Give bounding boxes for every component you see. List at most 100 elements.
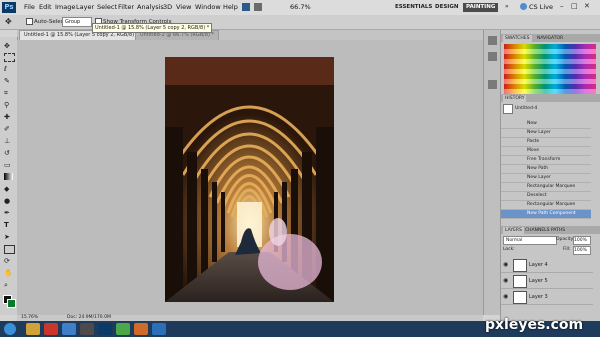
history-brush-tool-icon[interactable]: ↺ (4, 149, 13, 157)
eyedropper-tool-icon[interactable]: ⚲ (4, 101, 13, 109)
menu-edit[interactable]: Edit (39, 3, 52, 11)
explorer-icon[interactable] (26, 323, 40, 335)
app-icon[interactable] (80, 323, 94, 335)
tab-channels[interactable]: CHANNELS (523, 227, 552, 234)
menu-image[interactable]: Image (55, 3, 75, 11)
layer-row[interactable]: ◉ Layer 3 (501, 289, 593, 305)
tab-history[interactable]: HISTORY (503, 95, 527, 102)
eraser-tool-icon[interactable]: ▭ (4, 161, 13, 169)
clone-stamp-tool-icon[interactable]: ⊥ (4, 137, 13, 145)
healing-brush-tool-icon[interactable]: ✚ (4, 113, 13, 121)
layer-thumbnail (513, 275, 527, 288)
layer-name[interactable]: Layer 5 (529, 278, 548, 284)
layer-name[interactable]: Layer 3 (529, 294, 548, 300)
browser-icon[interactable] (62, 323, 76, 335)
history-panel-tabs: HISTORY (501, 94, 600, 102)
opacity-field[interactable]: 100% (573, 236, 591, 245)
list-item[interactable]: Paste (501, 138, 591, 147)
opera-icon[interactable] (44, 323, 58, 335)
list-item[interactable]: New Path (501, 165, 591, 174)
pen-tool-icon[interactable]: ✒ (4, 209, 13, 217)
layer-thumbnail (513, 291, 527, 304)
type-tool-icon[interactable]: T (4, 221, 13, 229)
menu-window[interactable]: Window (195, 3, 221, 11)
move-tool-icon[interactable]: ✥ (5, 17, 12, 26)
eye-icon[interactable]: ◉ (503, 277, 508, 284)
photoshop-taskbar-icon[interactable] (98, 323, 112, 335)
tab-swatches[interactable]: SWATCHES (503, 35, 532, 42)
lock-label: Lock: (503, 247, 515, 252)
menu-select[interactable]: Select (97, 3, 117, 11)
lasso-tool-icon[interactable]: ℓ (4, 65, 13, 73)
status-zoom[interactable]: 15.76% (21, 315, 38, 320)
chevron-double-icon[interactable]: » (505, 3, 509, 10)
zoom-level[interactable]: 66.7% (290, 3, 311, 11)
bridge-icon[interactable] (242, 3, 250, 11)
blend-mode-dropdown[interactable]: Normal (503, 236, 557, 245)
move-tool-icon[interactable]: ✥ (4, 42, 13, 50)
marquee-tool-icon[interactable] (4, 53, 15, 62)
minimize-icon[interactable]: – (560, 2, 564, 10)
list-item[interactable]: Rectangular Marquee (501, 201, 591, 210)
3d-rotate-tool-icon[interactable]: ⟳ (4, 257, 13, 265)
gradient-tool-icon[interactable] (4, 173, 13, 180)
quick-select-tool-icon[interactable]: ✎ (4, 77, 13, 85)
list-item[interactable]: New Layer (501, 174, 591, 183)
app-icon[interactable] (134, 323, 148, 335)
list-item[interactable]: Deselect (501, 192, 591, 201)
brush-tool-icon[interactable]: ✐ (4, 125, 13, 133)
blur-tool-icon[interactable]: ◆ (4, 185, 13, 193)
swatches-panel-tabs: SWATCHES NAVIGATOR (501, 34, 600, 42)
tab-paths[interactable]: PATHS (549, 227, 567, 234)
zoom-tool-icon[interactable]: ⌕ (4, 281, 13, 289)
workspace-painting[interactable]: PAINTING (463, 3, 499, 12)
adjustments-panel-icon[interactable] (488, 52, 497, 61)
list-item[interactable]: Rectangular Marquee (501, 183, 591, 192)
fill-label: Fill: (563, 247, 571, 252)
app-icon[interactable] (116, 323, 130, 335)
tab-layers[interactable]: LAYERS (503, 227, 524, 234)
menu-filter[interactable]: Filter (118, 3, 134, 11)
workspace-design[interactable]: DESIGN (432, 3, 461, 12)
menu-analysis[interactable]: Analysis (137, 3, 164, 11)
artwork-canvas[interactable] (165, 57, 334, 302)
close-icon[interactable]: ✕ (584, 2, 590, 10)
list-item[interactable]: Free Transform (501, 156, 591, 165)
history-panel-icon[interactable] (488, 80, 497, 89)
path-select-tool-icon[interactable]: ➤ (4, 233, 13, 241)
fill-field[interactable]: 100% (573, 246, 591, 255)
list-item-selected[interactable]: New Path Component (501, 210, 591, 219)
menu-3d[interactable]: 3D (163, 3, 172, 11)
layer-name[interactable]: Layer 4 (529, 262, 548, 268)
menu-help[interactable]: Help (223, 3, 238, 11)
hand-tool-icon[interactable]: ✋ (4, 269, 13, 277)
menu-file[interactable]: File (24, 3, 35, 11)
layer-row[interactable]: ◉ Layer 4 (501, 257, 593, 273)
list-item[interactable]: New Layer (501, 129, 591, 138)
tab-navigator[interactable]: NAVIGATOR (535, 35, 565, 42)
menu-view[interactable]: View (176, 3, 191, 11)
opacity-label: Opacity: (556, 237, 575, 242)
eye-icon[interactable]: ◉ (503, 261, 508, 268)
start-button-icon[interactable] (4, 323, 16, 335)
maximize-icon[interactable]: □ (571, 2, 578, 10)
layer-row[interactable]: ◉ Layer 5 (501, 273, 593, 289)
dodge-tool-icon[interactable]: ● (4, 197, 13, 205)
workspace-essentials[interactable]: ESSENTIALS (392, 3, 435, 12)
menu-bar: Ps File Edit Image Layer Select Filter A… (0, 0, 600, 16)
list-item[interactable]: New (501, 120, 591, 129)
list-item[interactable]: Move (501, 147, 591, 156)
shape-tool-icon[interactable] (4, 245, 15, 254)
cs-live-label[interactable]: CS Live (529, 3, 553, 11)
auto-select-dropdown[interactable]: Group (62, 17, 92, 27)
history-snapshot[interactable]: Untitled-4 (515, 106, 537, 111)
status-doc-size: Doc: 24.9M/170.0M (67, 315, 111, 320)
color-panel-icon[interactable] (488, 36, 497, 45)
tab-tooltip: Untitled-1 @ 15.8% (Layer 5 copy 2, RGB/… (92, 23, 213, 33)
menu-layer[interactable]: Layer (76, 3, 94, 11)
eye-icon[interactable]: ◉ (503, 293, 508, 300)
crop-tool-icon[interactable]: ⌗ (4, 89, 13, 97)
background-color-swatch[interactable] (7, 299, 16, 308)
minibridge-icon[interactable] (254, 3, 262, 11)
app-icon[interactable] (152, 323, 166, 335)
